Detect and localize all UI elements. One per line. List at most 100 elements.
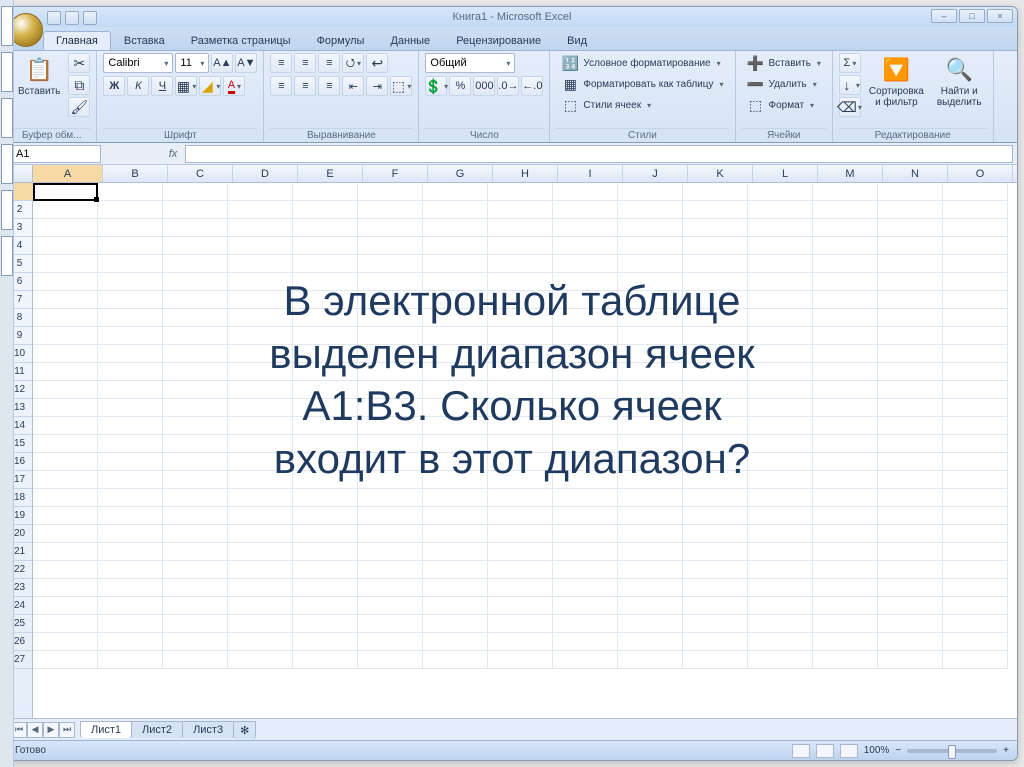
cell[interactable] [748, 507, 813, 525]
cell[interactable] [618, 633, 683, 651]
cell[interactable] [943, 327, 1008, 345]
cell[interactable] [943, 417, 1008, 435]
cell[interactable] [358, 453, 423, 471]
cell[interactable] [488, 309, 553, 327]
column-header[interactable]: C [168, 165, 233, 182]
cell[interactable] [228, 417, 293, 435]
cell[interactable] [98, 345, 163, 363]
cell[interactable] [748, 417, 813, 435]
cell[interactable] [878, 237, 943, 255]
cell[interactable] [163, 507, 228, 525]
format-cells-button[interactable]: ⬚Формат [742, 95, 820, 115]
cell[interactable] [228, 237, 293, 255]
cell[interactable] [878, 507, 943, 525]
slide-thumbnail[interactable] [1, 52, 13, 92]
cell[interactable] [683, 291, 748, 309]
cell[interactable] [813, 417, 878, 435]
align-right-button[interactable]: ≡ [318, 76, 340, 96]
cell[interactable] [683, 381, 748, 399]
cell[interactable] [553, 417, 618, 435]
cell[interactable] [163, 219, 228, 237]
fx-icon[interactable]: fx [161, 148, 185, 160]
qat-redo-icon[interactable] [83, 11, 97, 25]
tab-home[interactable]: Главная [43, 31, 111, 50]
column-header[interactable]: H [493, 165, 558, 182]
cell[interactable] [98, 561, 163, 579]
cell[interactable] [878, 543, 943, 561]
cell[interactable] [33, 255, 98, 273]
cell[interactable] [423, 201, 488, 219]
cell[interactable] [813, 651, 878, 669]
worksheet-grid[interactable]: ABCDEFGHIJKLMNO 123456789101112131415161… [7, 165, 1017, 718]
cell[interactable] [748, 579, 813, 597]
cell[interactable] [423, 381, 488, 399]
cell[interactable] [683, 237, 748, 255]
cell-area[interactable] [33, 183, 1017, 718]
cell[interactable] [813, 237, 878, 255]
cell[interactable] [163, 435, 228, 453]
cell[interactable] [488, 579, 553, 597]
cell[interactable] [878, 435, 943, 453]
cell[interactable] [98, 435, 163, 453]
cell[interactable] [618, 453, 683, 471]
cell[interactable] [358, 651, 423, 669]
cell[interactable] [33, 543, 98, 561]
cell[interactable] [293, 507, 358, 525]
cell[interactable] [228, 291, 293, 309]
cell[interactable] [293, 615, 358, 633]
cell[interactable] [33, 381, 98, 399]
cell[interactable] [878, 651, 943, 669]
cell[interactable] [98, 309, 163, 327]
cell[interactable] [293, 561, 358, 579]
cell[interactable] [228, 597, 293, 615]
cell[interactable] [163, 309, 228, 327]
new-sheet-tab[interactable]: ✻ [233, 721, 256, 739]
cell[interactable] [98, 399, 163, 417]
cell[interactable] [553, 633, 618, 651]
cell[interactable] [813, 291, 878, 309]
cell[interactable] [228, 633, 293, 651]
cell[interactable] [98, 255, 163, 273]
insert-cells-button[interactable]: ➕Вставить [742, 53, 826, 73]
cell[interactable] [423, 615, 488, 633]
cell[interactable] [618, 345, 683, 363]
cell[interactable] [293, 435, 358, 453]
cell[interactable] [813, 507, 878, 525]
cell[interactable] [228, 183, 293, 201]
cell[interactable] [488, 345, 553, 363]
cell[interactable] [878, 273, 943, 291]
tab-data[interactable]: Данные [377, 31, 443, 50]
cell[interactable] [683, 183, 748, 201]
cell[interactable] [488, 561, 553, 579]
cell[interactable] [98, 219, 163, 237]
cell[interactable] [943, 399, 1008, 417]
qat-save-icon[interactable] [47, 11, 61, 25]
cell[interactable] [618, 597, 683, 615]
column-header[interactable]: I [558, 165, 623, 182]
cell[interactable] [33, 309, 98, 327]
cell[interactable] [813, 201, 878, 219]
slide-thumbnail[interactable] [1, 236, 13, 276]
cell[interactable] [33, 579, 98, 597]
cell[interactable] [488, 201, 553, 219]
cell[interactable] [423, 273, 488, 291]
cell[interactable] [33, 363, 98, 381]
cell[interactable] [553, 471, 618, 489]
cell[interactable] [98, 291, 163, 309]
cell[interactable] [553, 291, 618, 309]
cell[interactable] [163, 525, 228, 543]
cell[interactable] [358, 273, 423, 291]
cell[interactable] [813, 327, 878, 345]
cell[interactable] [358, 615, 423, 633]
cell[interactable] [553, 345, 618, 363]
cell[interactable] [228, 309, 293, 327]
cell[interactable] [553, 201, 618, 219]
cell[interactable] [943, 651, 1008, 669]
cell[interactable] [423, 471, 488, 489]
cell[interactable] [358, 327, 423, 345]
cell[interactable] [813, 453, 878, 471]
cell[interactable] [163, 273, 228, 291]
cell[interactable] [813, 633, 878, 651]
cell[interactable] [813, 381, 878, 399]
cell[interactable] [358, 291, 423, 309]
